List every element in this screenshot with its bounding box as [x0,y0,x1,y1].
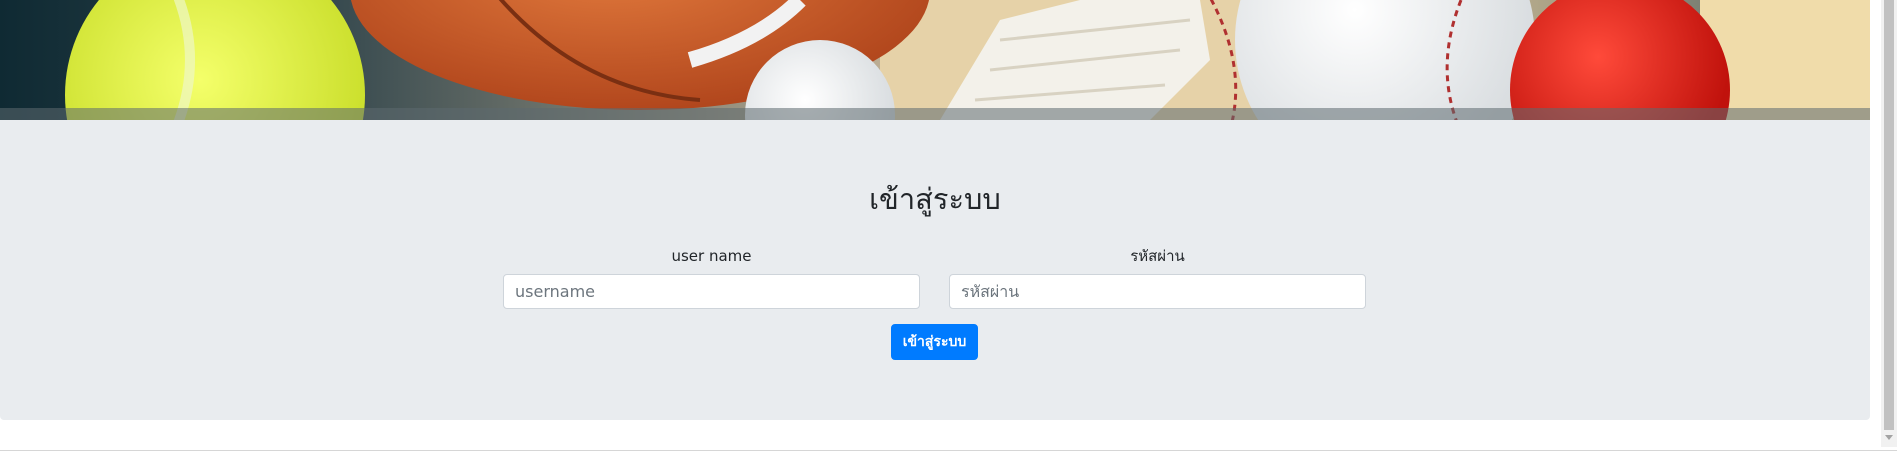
password-field-group: รหัสผ่าน [949,246,1366,309]
password-label: รหัสผ่าน [1130,247,1185,265]
scrollbar-thumb[interactable] [1884,0,1894,430]
username-input[interactable] [503,274,920,309]
password-input[interactable] [949,274,1366,309]
page: เข้าสู่ระบบ user name รหัสผ่าน เข้าสู่ระ… [0,0,1897,458]
username-label: user name [671,247,752,265]
horizontal-divider [0,450,1897,451]
login-title: เข้าสู่ระบบ [869,182,1001,216]
scroll-down-arrow-icon[interactable] [1885,435,1893,440]
login-button[interactable]: เข้าสู่ระบบ [891,324,978,360]
sports-banner-image [0,0,1870,120]
username-field-group: user name [503,246,920,309]
vertical-scrollbar[interactable] [1881,0,1897,447]
login-panel: เข้าสู่ระบบ user name รหัสผ่าน เข้าสู่ระ… [0,120,1870,420]
